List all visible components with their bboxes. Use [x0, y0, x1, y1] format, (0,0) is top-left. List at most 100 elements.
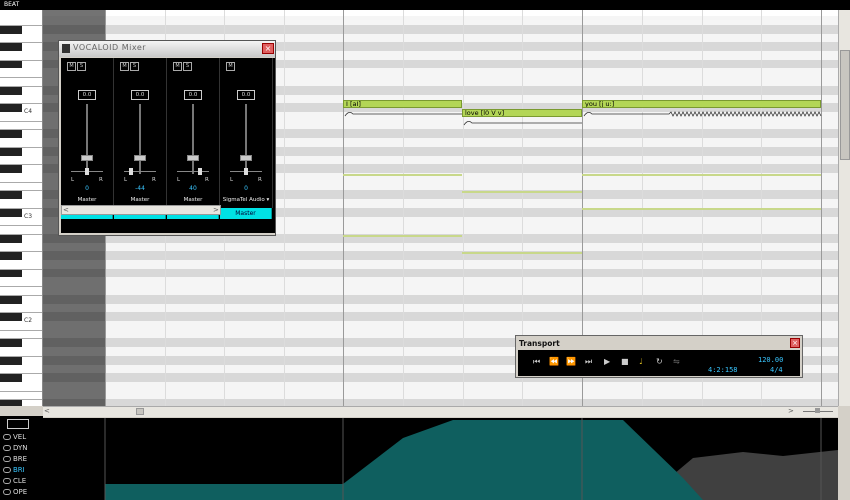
- vibrato-curve: [583, 111, 822, 117]
- black-key[interactable]: [0, 60, 22, 69]
- mixer-scroll-left[interactable]: <: [63, 206, 69, 214]
- transport-window[interactable]: Transport × ⏮ ⏪ ⏩ ⏭ ▶ ■ ♩ ↻ ⇋ 4:2:158 12…: [515, 335, 803, 378]
- next-marker-icon[interactable]: ⏭: [585, 357, 592, 367]
- pan-right-label: R: [205, 177, 209, 183]
- black-key[interactable]: [0, 130, 22, 139]
- mixer-close-button[interactable]: ×: [262, 43, 274, 54]
- piano-keyboard[interactable]: C4 C3 C2: [0, 10, 43, 406]
- mute-button[interactable]: M: [120, 62, 129, 71]
- control-item-bri[interactable]: BRI: [3, 466, 25, 474]
- stop-icon[interactable]: ■: [621, 357, 629, 367]
- control-track-area[interactable]: [43, 418, 838, 500]
- octave-label: C4: [24, 108, 33, 115]
- white-key[interactable]: [0, 77, 42, 79]
- volume-readout: 0.0: [184, 90, 202, 100]
- pan-left-label: L: [177, 177, 181, 183]
- vertical-scroll-thumb[interactable]: [840, 50, 850, 160]
- output-select[interactable]: SigmaTel Audio ▾: [220, 197, 272, 203]
- black-key[interactable]: [0, 374, 22, 382]
- white-key[interactable]: [0, 120, 42, 122]
- transport-close-button[interactable]: ×: [790, 338, 800, 348]
- zoom-slider[interactable]: [803, 408, 833, 413]
- pan-slider[interactable]: [177, 171, 209, 172]
- pan-knob[interactable]: [129, 168, 133, 175]
- tempo-readout[interactable]: 120.00: [758, 356, 783, 364]
- black-key[interactable]: [0, 269, 22, 278]
- black-key[interactable]: [0, 313, 22, 322]
- horizontal-scroll-thumb[interactable]: [136, 408, 144, 415]
- solo-button[interactable]: S: [77, 62, 86, 71]
- mixer-scrollbar[interactable]: < >: [61, 205, 221, 215]
- control-item-label: OPE: [13, 488, 28, 496]
- control-item-bre[interactable]: BRE: [3, 455, 27, 463]
- vertical-scrollbar[interactable]: [838, 10, 850, 406]
- play-icon[interactable]: ▶: [604, 357, 610, 367]
- black-key[interactable]: [0, 191, 22, 200]
- white-key[interactable]: [0, 286, 42, 288]
- pan-knob[interactable]: [198, 168, 202, 175]
- white-key[interactable]: [0, 225, 42, 227]
- prev-marker-icon[interactable]: ⏮: [533, 357, 540, 367]
- mute-button[interactable]: M: [226, 62, 235, 71]
- control-item-dyn[interactable]: DYN: [3, 444, 28, 452]
- black-key[interactable]: [0, 356, 22, 365]
- white-key[interactable]: [0, 329, 42, 331]
- mute-button[interactable]: M: [173, 62, 182, 71]
- black-key[interactable]: [0, 147, 22, 156]
- black-key[interactable]: [0, 165, 22, 173]
- dropdown-icon[interactable]: ▾: [266, 197, 269, 203]
- black-key[interactable]: [0, 208, 22, 217]
- volume-fader[interactable]: [192, 104, 194, 174]
- pan-right-label: R: [152, 177, 156, 183]
- time-signature[interactable]: 4/4: [770, 366, 783, 374]
- volume-fader[interactable]: [86, 104, 88, 174]
- mixer-window[interactable]: VOCALOID Mixer × MS0.0LR0Master1MS0.0LR-…: [58, 40, 276, 236]
- sync-icon[interactable]: ⇋: [673, 357, 680, 367]
- black-key[interactable]: [0, 252, 22, 261]
- volume-fader-knob[interactable]: [187, 155, 199, 161]
- rewind-icon[interactable]: ⏪: [549, 357, 559, 367]
- horizontal-scrollbar[interactable]: < >: [43, 406, 838, 417]
- black-key[interactable]: [0, 339, 22, 348]
- black-key[interactable]: [0, 43, 22, 52]
- eye-icon: [3, 445, 11, 451]
- scroll-left-arrow[interactable]: <: [44, 407, 50, 416]
- control-item-vel[interactable]: VEL: [3, 433, 26, 441]
- solo-button[interactable]: S: [130, 62, 139, 71]
- channel-number[interactable]: Master: [220, 208, 272, 219]
- volume-fader-knob[interactable]: [81, 155, 93, 161]
- control-item-cle[interactable]: CLE: [3, 477, 26, 485]
- control-item-label: BRE: [13, 455, 28, 463]
- metronome-icon[interactable]: ♩: [639, 357, 643, 367]
- output-select[interactable]: Master: [61, 197, 113, 203]
- white-key[interactable]: [0, 390, 42, 392]
- mixer-titlebar[interactable]: VOCALOID Mixer ×: [59, 41, 275, 57]
- beat-ruler[interactable]: [0, 0, 850, 10]
- volume-fader-knob[interactable]: [240, 155, 252, 161]
- black-key[interactable]: [0, 295, 22, 304]
- black-key[interactable]: [0, 86, 22, 95]
- black-key[interactable]: [0, 25, 22, 34]
- black-key[interactable]: [0, 104, 22, 112]
- black-key[interactable]: [0, 400, 22, 406]
- output-select[interactable]: Master: [114, 197, 166, 203]
- volume-fader-knob[interactable]: [134, 155, 146, 161]
- pan-knob[interactable]: [85, 168, 89, 175]
- scroll-right-arrow[interactable]: >: [788, 407, 794, 416]
- control-item-ope[interactable]: OPE: [3, 488, 27, 496]
- solo-button[interactable]: S: [183, 62, 192, 71]
- volume-fader[interactable]: [139, 104, 141, 174]
- mixer-scroll-right[interactable]: >: [213, 206, 219, 214]
- mute-button[interactable]: M: [67, 62, 76, 71]
- output-select[interactable]: Master: [167, 197, 219, 203]
- volume-fader[interactable]: [245, 104, 247, 174]
- loop-icon[interactable]: ↻: [656, 357, 663, 367]
- zoom-slider-knob[interactable]: [815, 408, 820, 413]
- white-key[interactable]: [0, 181, 42, 183]
- pan-knob[interactable]: [244, 168, 248, 175]
- fast-forward-icon[interactable]: ⏩: [566, 357, 576, 367]
- eye-icon: [3, 434, 11, 440]
- mixer-channel-strip: MS0.0LR-44Master2: [114, 58, 167, 219]
- pitch-curve: [344, 112, 462, 117]
- black-key[interactable]: [0, 234, 22, 243]
